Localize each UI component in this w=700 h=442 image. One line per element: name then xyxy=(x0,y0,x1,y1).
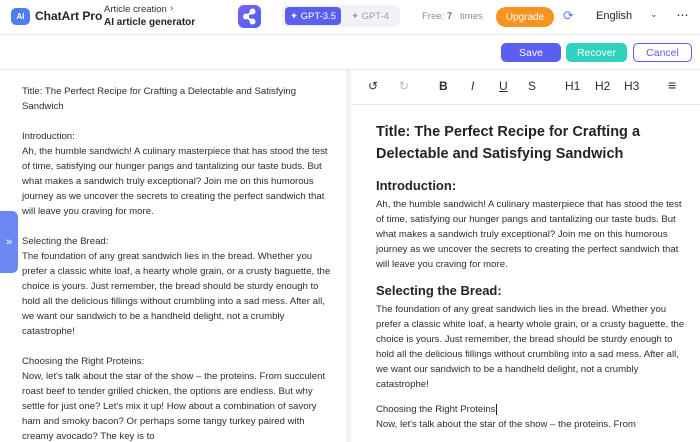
source-intro-label: Introduction: xyxy=(22,131,75,142)
brand-name: ChatArt Pro xyxy=(35,9,103,23)
redo-icon[interactable]: ↻ xyxy=(399,79,409,93)
source-proteins-body: Now, let's talk about the star of the sh… xyxy=(22,371,326,442)
bold-button[interactable]: B xyxy=(439,79,448,93)
source-bread-body: The foundation of any great sandwich lie… xyxy=(22,251,331,337)
expand-sidebar-button[interactable]: » xyxy=(0,211,18,273)
model-gpt35-button[interactable]: ✦ GPT-3.5 xyxy=(285,7,341,25)
source-proteins-label: Choosing the Right Proteins: xyxy=(22,356,145,367)
upgrade-button[interactable]: Upgrade xyxy=(496,7,554,27)
action-bar: Save Recover Cancel xyxy=(0,35,700,70)
share-app-icon[interactable] xyxy=(238,5,261,28)
breadcrumb-current: AI article generator xyxy=(104,17,196,28)
source-bread-label: Selecting the Bread: xyxy=(22,236,109,247)
sparkle-icon: ✦ xyxy=(290,10,301,22)
free-unit: times xyxy=(460,11,483,22)
source-text: Title: The Perfect Recipe for Crafting a… xyxy=(22,84,332,442)
heading3-button[interactable]: H3 xyxy=(624,79,639,93)
refresh-icon[interactable]: ⟳ xyxy=(563,8,574,24)
free-count: 7 xyxy=(446,11,453,22)
editor-bread-paragraph[interactable]: The foundation of any great sandwich lie… xyxy=(376,302,692,392)
text-cursor xyxy=(496,403,498,415)
model-gpt4-button[interactable]: ✦ GPT-4 xyxy=(344,7,396,25)
italic-button[interactable]: I xyxy=(471,79,474,93)
breadcrumb-parent[interactable]: Article creation xyxy=(104,4,167,15)
save-button[interactable]: Save xyxy=(501,43,561,62)
list-icon[interactable]: ≡ xyxy=(668,77,676,93)
cancel-button[interactable]: Cancel xyxy=(633,43,692,62)
language-select[interactable]: English xyxy=(596,10,632,22)
double-chevron-right-icon: » xyxy=(5,236,13,248)
source-title: Title: The Perfect Recipe for Crafting a… xyxy=(22,86,297,112)
chevron-down-icon[interactable]: ⌄ xyxy=(650,9,658,20)
strikethrough-button[interactable]: S xyxy=(528,79,536,93)
free-usage: Free: 7 times xyxy=(422,11,483,22)
source-text-pane[interactable]: Title: The Perfect Recipe for Crafting a… xyxy=(0,70,347,442)
heading2-button[interactable]: H2 xyxy=(595,79,610,93)
model-gpt4-label: GPT-4 xyxy=(361,10,390,22)
breadcrumb-chevron-icon: › xyxy=(170,3,174,14)
editor-toolbar: ↺ ↻ B I U S H1 H2 H3 ≡ xyxy=(352,70,700,105)
editor-proteins-label[interactable]: Choosing the Right Proteins xyxy=(376,404,495,415)
sparkle-icon: ✦ xyxy=(350,10,362,22)
editor-intro-paragraph[interactable]: Ah, the humble sandwich! A culinary mast… xyxy=(376,197,692,272)
pane-divider-scrollbar[interactable] xyxy=(346,70,351,442)
model-gpt35-label: GPT-3.5 xyxy=(300,10,336,22)
underline-button[interactable]: U xyxy=(499,79,508,93)
chatart-logo-icon: AI xyxy=(11,8,30,25)
undo-icon[interactable]: ↺ xyxy=(368,79,378,93)
editor-intro-heading[interactable]: Introduction: xyxy=(376,177,692,195)
more-menu-icon[interactable]: ··· xyxy=(676,6,689,23)
source-intro-body: Ah, the humble sandwich! A culinary mast… xyxy=(22,146,328,217)
editor-proteins-line[interactable]: Choosing the Right Proteins xyxy=(376,402,692,417)
model-selector: ✦ GPT-3.5 ✦ GPT-4 xyxy=(282,5,400,27)
free-label: Free: xyxy=(422,11,445,22)
source-intro: Introduction: Ah, the humble sandwich! A … xyxy=(22,129,332,219)
editor-bread-heading[interactable]: Selecting the Bread: xyxy=(376,282,692,300)
editor-content[interactable]: Title: The Perfect Recipe for Crafting a… xyxy=(376,121,692,432)
top-bar: AI ChatArt Pro Article creation › AI art… xyxy=(0,0,700,35)
heading1-button[interactable]: H1 xyxy=(565,79,580,93)
source-bread: Selecting the Bread: The foundation of an… xyxy=(22,234,332,339)
editor-title[interactable]: Title: The Perfect Recipe for Crafting a… xyxy=(376,121,692,165)
rich-text-editor[interactable]: Title: The Perfect Recipe for Crafting a… xyxy=(352,105,700,442)
recover-button[interactable]: Recover xyxy=(566,43,627,62)
source-proteins: Choosing the Right Proteins: Now, let's t… xyxy=(22,354,332,442)
logo-glyph: AI xyxy=(16,12,25,21)
editor-proteins-paragraph[interactable]: Now, let's talk about the star of the sh… xyxy=(376,417,692,432)
